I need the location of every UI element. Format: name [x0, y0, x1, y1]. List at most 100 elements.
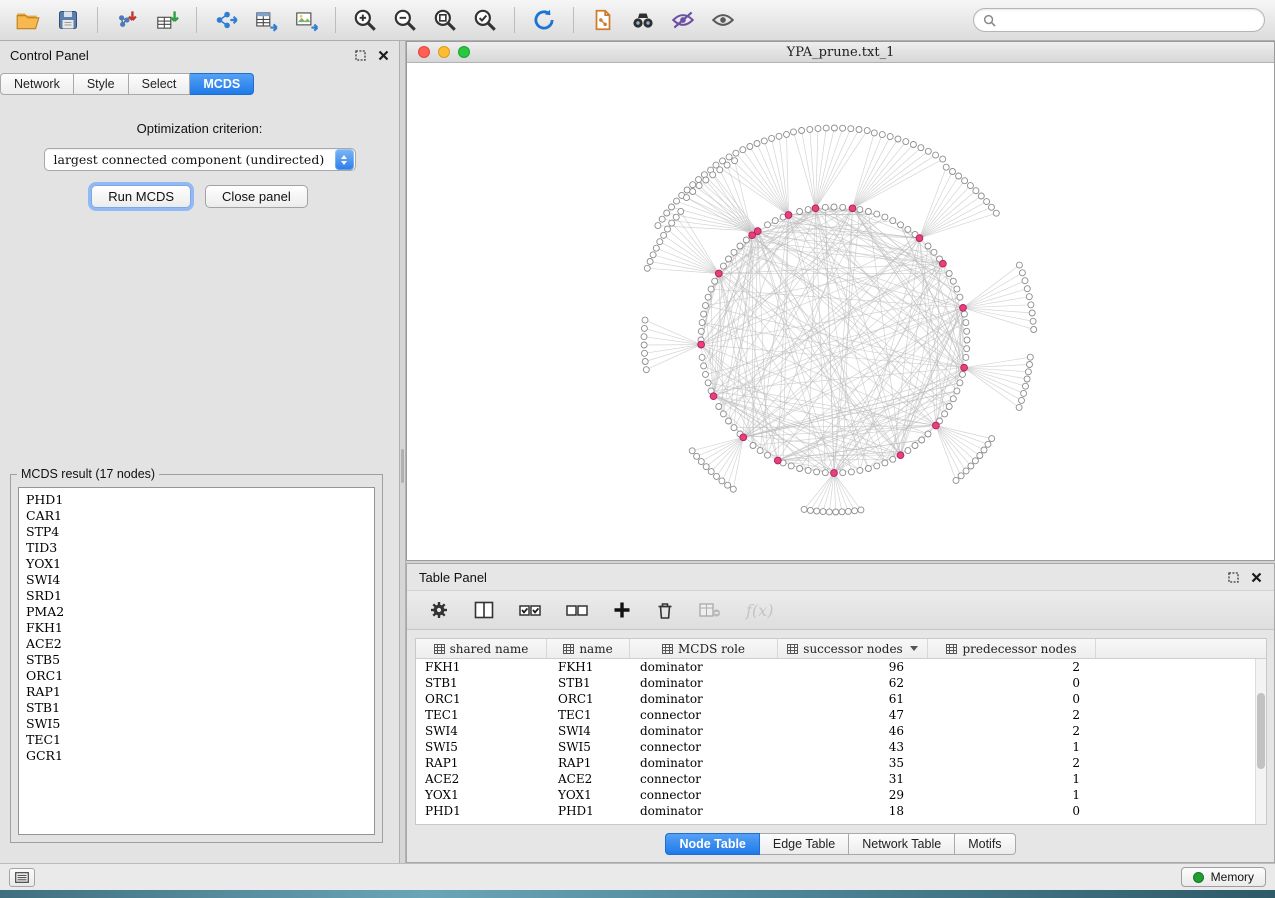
mcds-result-item[interactable]: STP4: [26, 524, 367, 540]
graph-ring-node[interactable]: [925, 431, 931, 437]
graph-ring-node[interactable]: [743, 237, 749, 243]
graph-leaf-node[interactable]: [973, 188, 979, 194]
graph-leaf-node[interactable]: [943, 164, 949, 170]
mcds-result-item[interactable]: TID3: [26, 540, 367, 556]
table-row[interactable]: TEC1TEC1connector472: [416, 707, 1255, 723]
graph-leaf-node[interactable]: [831, 125, 837, 131]
close-panel-icon[interactable]: [1251, 572, 1262, 583]
graph-ring-node[interactable]: [831, 204, 837, 210]
show-columns-button[interactable]: [474, 601, 494, 619]
graph-leaf-node[interactable]: [647, 259, 653, 265]
graph-leaf-node[interactable]: [981, 447, 987, 453]
mcds-result-item[interactable]: PHD1: [26, 492, 367, 508]
graph-ring-node[interactable]: [961, 311, 967, 317]
graph-ring-node[interactable]: [946, 271, 952, 277]
graph-ring-node[interactable]: [954, 286, 960, 292]
graph-leaf-node[interactable]: [642, 317, 648, 323]
table-row[interactable]: ORC1ORC1dominator610: [416, 691, 1255, 707]
graph-leaf-node[interactable]: [724, 162, 730, 168]
graph-ring-node[interactable]: [797, 209, 803, 215]
toolbar-search-field[interactable]: [973, 8, 1265, 32]
graph-leaf-node[interactable]: [641, 334, 647, 340]
graph-leaf-node[interactable]: [661, 232, 667, 238]
graph-leaf-node[interactable]: [669, 220, 675, 226]
table-vertical-scrollbar[interactable]: [1255, 659, 1266, 824]
graph-ring-node[interactable]: [726, 418, 732, 424]
import-table-button[interactable]: [149, 4, 185, 36]
tab-edge-table[interactable]: Edge Table: [760, 833, 849, 855]
graph-leaf-node[interactable]: [665, 226, 671, 232]
graph-ring-node[interactable]: [964, 337, 970, 343]
graph-ring-node[interactable]: [865, 466, 871, 472]
graph-ring-node[interactable]: [712, 278, 718, 284]
mcds-result-item[interactable]: PMA2: [26, 604, 367, 620]
graph-ring-node[interactable]: [726, 256, 732, 262]
graph-ring-node[interactable]: [772, 218, 778, 224]
float-window-icon[interactable]: [1228, 572, 1239, 583]
show-all-button[interactable]: [705, 4, 741, 36]
graph-leaf-node[interactable]: [1024, 376, 1030, 382]
graph-leaf-node[interactable]: [1029, 310, 1035, 316]
close-panel-button[interactable]: Close panel: [205, 185, 308, 208]
graph-ring-node[interactable]: [912, 443, 918, 449]
graph-leaf-node[interactable]: [1026, 294, 1032, 300]
graph-leaf-node[interactable]: [985, 441, 991, 447]
zoom-selected-button[interactable]: [467, 4, 503, 36]
graph-leaf-node[interactable]: [690, 189, 696, 195]
graph-ring-node[interactable]: [698, 328, 704, 334]
graph-leaf-node[interactable]: [1023, 383, 1029, 389]
graph-leaf-node[interactable]: [993, 210, 999, 216]
export-image-button[interactable]: [288, 4, 324, 36]
graph-leaf-node[interactable]: [978, 193, 984, 199]
graph-leaf-node[interactable]: [871, 130, 877, 136]
mcds-result-item[interactable]: ACE2: [26, 636, 367, 652]
graph-ring-node[interactable]: [848, 469, 854, 475]
mcds-result-item[interactable]: STB1: [26, 700, 367, 716]
graph-ring-node[interactable]: [963, 320, 969, 326]
graph-leaf-node[interactable]: [684, 195, 690, 201]
graph-leaf-node[interactable]: [1021, 390, 1027, 396]
graph-leaf-node[interactable]: [657, 239, 663, 245]
graph-leaf-node[interactable]: [690, 182, 696, 188]
graph-leaf-node[interactable]: [1019, 270, 1025, 276]
graph-leaf-node[interactable]: [678, 208, 684, 214]
graph-ring-node[interactable]: [699, 354, 705, 360]
table-row[interactable]: YOX1YOX1connector291: [416, 787, 1255, 803]
graph-ring-node[interactable]: [705, 294, 711, 300]
graph-leaf-node[interactable]: [703, 177, 709, 183]
graph-leaf-node[interactable]: [726, 154, 732, 160]
graph-leaf-node[interactable]: [642, 359, 648, 365]
graph-leaf-node[interactable]: [703, 464, 709, 470]
graph-leaf-node[interactable]: [1025, 369, 1031, 375]
graph-ring-node[interactable]: [954, 388, 960, 394]
graph-ring-node[interactable]: [708, 286, 714, 292]
graph-leaf-node[interactable]: [694, 453, 700, 459]
graph-ring-node[interactable]: [882, 460, 888, 466]
graph-ring-node[interactable]: [757, 448, 763, 454]
hide-selected-button[interactable]: [665, 4, 701, 36]
graph-leaf-node[interactable]: [1016, 404, 1022, 410]
graph-leaf-node[interactable]: [918, 145, 924, 151]
graph-leaf-node[interactable]: [933, 152, 939, 158]
graph-leaf-node[interactable]: [972, 458, 978, 464]
network-window-titlebar[interactable]: YPA_prune.txt_1: [407, 42, 1274, 63]
graph-leaf-node[interactable]: [858, 507, 864, 513]
graph-ring-node[interactable]: [946, 404, 952, 410]
graph-ring-node[interactable]: [703, 303, 709, 309]
graph-leaf-node[interactable]: [807, 507, 813, 513]
graph-leaf-node[interactable]: [641, 325, 647, 331]
run-mcds-button[interactable]: Run MCDS: [91, 185, 191, 208]
graph-leaf-node[interactable]: [823, 125, 829, 131]
graph-leaf-node[interactable]: [799, 128, 805, 134]
mcds-result-item[interactable]: GCR1: [26, 748, 367, 764]
mcds-result-item[interactable]: TEC1: [26, 732, 367, 748]
graph-ring-node[interactable]: [705, 380, 711, 386]
graph-ring-node[interactable]: [905, 448, 911, 454]
graph-ring-node[interactable]: [716, 404, 722, 410]
graph-ring-node[interactable]: [890, 456, 896, 462]
search-network-button[interactable]: [625, 4, 661, 36]
graph-leaf-node[interactable]: [653, 245, 659, 251]
zoom-in-button[interactable]: [347, 4, 383, 36]
graph-leaf-node[interactable]: [887, 134, 893, 140]
import-network-button[interactable]: [109, 4, 145, 36]
